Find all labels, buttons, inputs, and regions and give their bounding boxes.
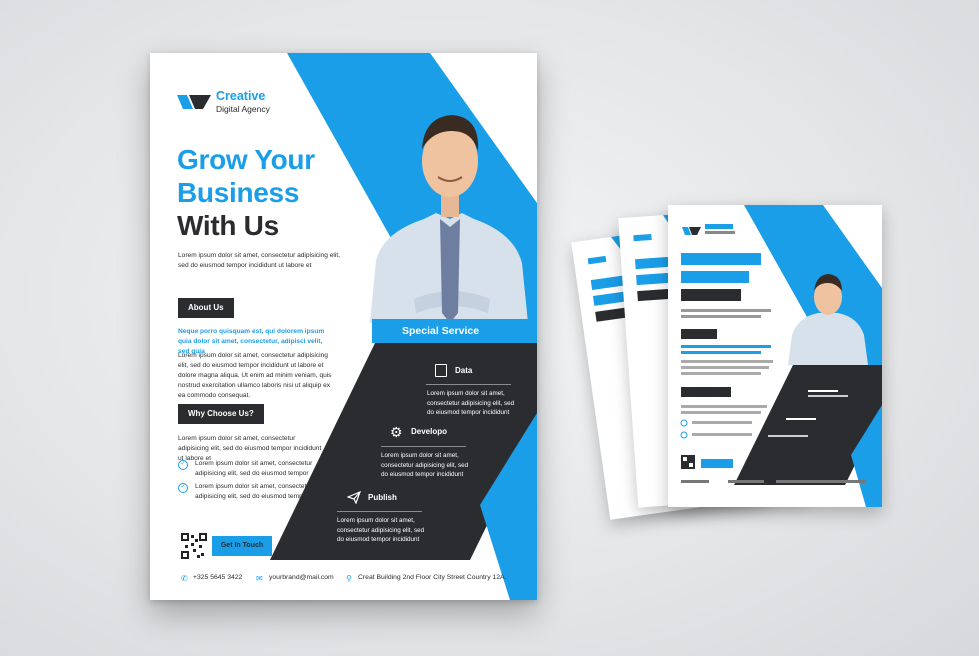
contact-phone: +325 5645 3422 — [193, 574, 243, 581]
about-body-text: Lorem ipsum dolor sit amet, consectetur … — [178, 352, 332, 399]
mail-icon: ✉ — [256, 574, 263, 583]
qr-code — [181, 533, 207, 559]
businessman-photo — [370, 115, 528, 323]
about-us-label: About Us — [178, 298, 234, 318]
service-text-data: Lorem ipsum dolor sit amet, consectetur … — [427, 390, 515, 416]
paper-plane-icon — [347, 491, 361, 504]
divider — [381, 446, 466, 447]
headline-line-1: Grow Your — [177, 144, 315, 175]
location-pin-icon: ⚲ — [346, 574, 352, 583]
gear-icon: ⚙ — [390, 424, 403, 440]
service-text-publish: Lorem ipsum dolor sit amet, consectetur … — [337, 517, 425, 543]
brand-logo-icon — [177, 95, 211, 109]
headline-line-3: With Us — [177, 210, 279, 241]
check-circle-icon: ✓ — [178, 460, 188, 470]
brand-name: Creative — [216, 89, 266, 103]
check-circle-icon: ✓ — [178, 483, 188, 493]
service-title-developo: Developo — [411, 427, 448, 436]
service-text-developo: Lorem ipsum dolor sit amet, consectetur … — [381, 452, 469, 478]
contact-address: Creat Building 2nd Floor City Street Cou… — [358, 574, 507, 581]
document-icon — [435, 364, 447, 377]
brand-tagline: Digital Agency — [216, 104, 270, 114]
mockup-flyer-front — [668, 205, 882, 507]
why-point-1: Lorem ipsum dolor sit amet, consectetur … — [195, 460, 313, 477]
service-title-data: Data — [455, 366, 473, 375]
main-flyer: Creative Digital Agency Grow Your Busine… — [150, 53, 537, 600]
divider — [337, 511, 422, 512]
special-service-ribbon: Special Service — [372, 319, 537, 343]
contact-email: yourbrand@mail.com — [269, 574, 334, 581]
phone-icon: ✆ — [181, 574, 188, 583]
why-point-2: Lorem ipsum dolor sit amet, consectetur … — [195, 483, 313, 500]
why-choose-us-label: Why Choose Us? — [178, 404, 264, 424]
service-title-publish: Publish — [368, 493, 397, 502]
intro-text: Lorem ipsum dolor sit amet, consectetur … — [178, 252, 340, 269]
headline-line-2: Business — [177, 177, 300, 208]
get-in-touch-button[interactable]: Get In Touch — [212, 536, 272, 556]
divider — [426, 384, 511, 385]
